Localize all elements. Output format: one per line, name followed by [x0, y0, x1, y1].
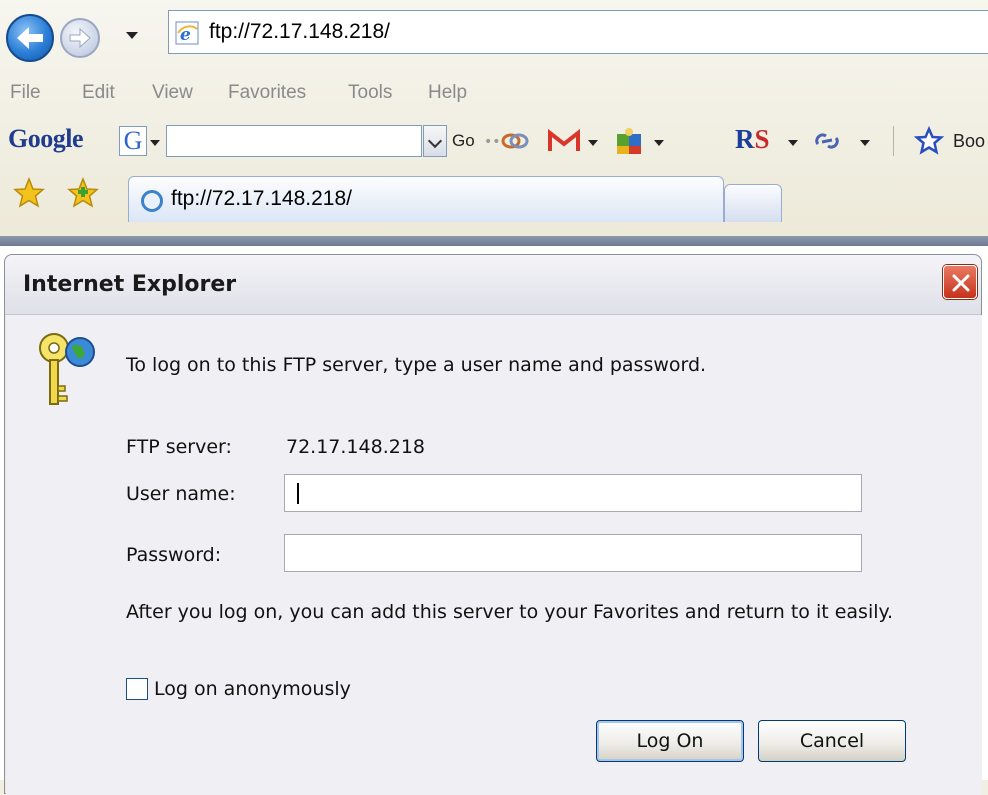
- username-label: User name:: [126, 483, 236, 505]
- forward-button[interactable]: [60, 18, 100, 58]
- go-button[interactable]: Go: [452, 131, 475, 151]
- address-bar[interactable]: e ftp://72.17.148.218/: [168, 10, 988, 54]
- g-menu-caret-icon[interactable]: [150, 140, 160, 146]
- new-tab-button[interactable]: [724, 184, 782, 222]
- ftp-login-dialog: Internet Explorer: [4, 254, 982, 795]
- ie-page-icon: e: [175, 21, 199, 45]
- menu-edit[interactable]: Edit: [82, 82, 115, 104]
- chrome-border: [0, 236, 988, 246]
- link-chain-icon[interactable]: [812, 126, 842, 156]
- mail-caret-icon[interactable]: [588, 140, 598, 146]
- tab-current[interactable]: ftp://72.17.148.218/: [128, 176, 724, 222]
- puzzle-icon[interactable]: [614, 126, 644, 156]
- close-button[interactable]: [943, 265, 977, 299]
- history-dropdown-icon[interactable]: [126, 32, 138, 39]
- ftp-server-label: FTP server:: [126, 436, 232, 458]
- text-caret: [297, 483, 299, 504]
- chain-link-icon[interactable]: [500, 126, 530, 156]
- intro-text: To log on to this FTP server, type a use…: [126, 354, 707, 376]
- favorites-note: After you log on, you can add this serve…: [126, 601, 894, 623]
- bookmarks-button[interactable]: Boo: [953, 131, 985, 152]
- ftp-server-value: 72.17.148.218: [286, 436, 426, 458]
- rs-button[interactable]: RS: [735, 124, 770, 155]
- add-favorite-icon[interactable]: [66, 176, 100, 210]
- search-history-dropdown[interactable]: [423, 125, 447, 157]
- password-field[interactable]: [284, 534, 862, 572]
- favorites-star-icon[interactable]: [12, 176, 46, 210]
- tab-title: ftp://72.17.148.218/: [171, 187, 352, 210]
- anonymous-checkbox[interactable]: [126, 678, 148, 700]
- back-arrow-icon: [8, 16, 52, 60]
- envelope-m-icon[interactable]: [547, 126, 581, 156]
- menu-view[interactable]: View: [152, 82, 193, 104]
- dialog-title-bar[interactable]: Internet Explorer: [5, 255, 981, 315]
- google-logo[interactable]: Google: [8, 124, 84, 154]
- rs-label-text: RS: [735, 124, 770, 154]
- rs-caret-icon[interactable]: [788, 140, 798, 146]
- puzzle-caret-icon[interactable]: [654, 140, 664, 146]
- tab-bar: ftp://72.17.148.218/: [0, 166, 988, 246]
- keys-icon: [39, 333, 95, 405]
- star-outline-icon[interactable]: [914, 126, 944, 156]
- menu-file[interactable]: File: [10, 82, 41, 104]
- password-label: Password:: [126, 544, 222, 566]
- toolbar-grip-icon: ••: [484, 134, 501, 150]
- close-x-icon: [952, 274, 970, 292]
- anonymous-label[interactable]: Log on anonymously: [154, 678, 351, 700]
- menu-favorites[interactable]: Favorites: [228, 82, 306, 104]
- forward-arrow-icon: [62, 20, 98, 56]
- menu-help[interactable]: Help: [428, 82, 467, 104]
- toolbar-separator: [893, 126, 894, 156]
- cancel-button[interactable]: Cancel: [758, 720, 906, 762]
- browser-chrome: e ftp://72.17.148.218/ File Edit View Fa…: [0, 0, 988, 246]
- google-search-input[interactable]: [166, 125, 422, 157]
- loading-ring-icon: [141, 190, 163, 212]
- menu-tools[interactable]: Tools: [348, 82, 392, 104]
- dialog-title: Internet Explorer: [23, 272, 237, 297]
- menu-bar: File Edit View Favorites Tools Help: [0, 74, 988, 118]
- log-on-button[interactable]: Log On: [596, 720, 744, 762]
- username-field[interactable]: [284, 474, 862, 512]
- link-caret-icon[interactable]: [860, 140, 870, 146]
- navigation-bar: e ftp://72.17.148.218/: [0, 0, 988, 70]
- google-toolbar: Google G Go •• RS Boo: [0, 118, 988, 166]
- address-url: ftp://72.17.148.218/: [209, 20, 390, 43]
- back-button[interactable]: [6, 14, 54, 62]
- google-g-button[interactable]: G: [119, 126, 147, 156]
